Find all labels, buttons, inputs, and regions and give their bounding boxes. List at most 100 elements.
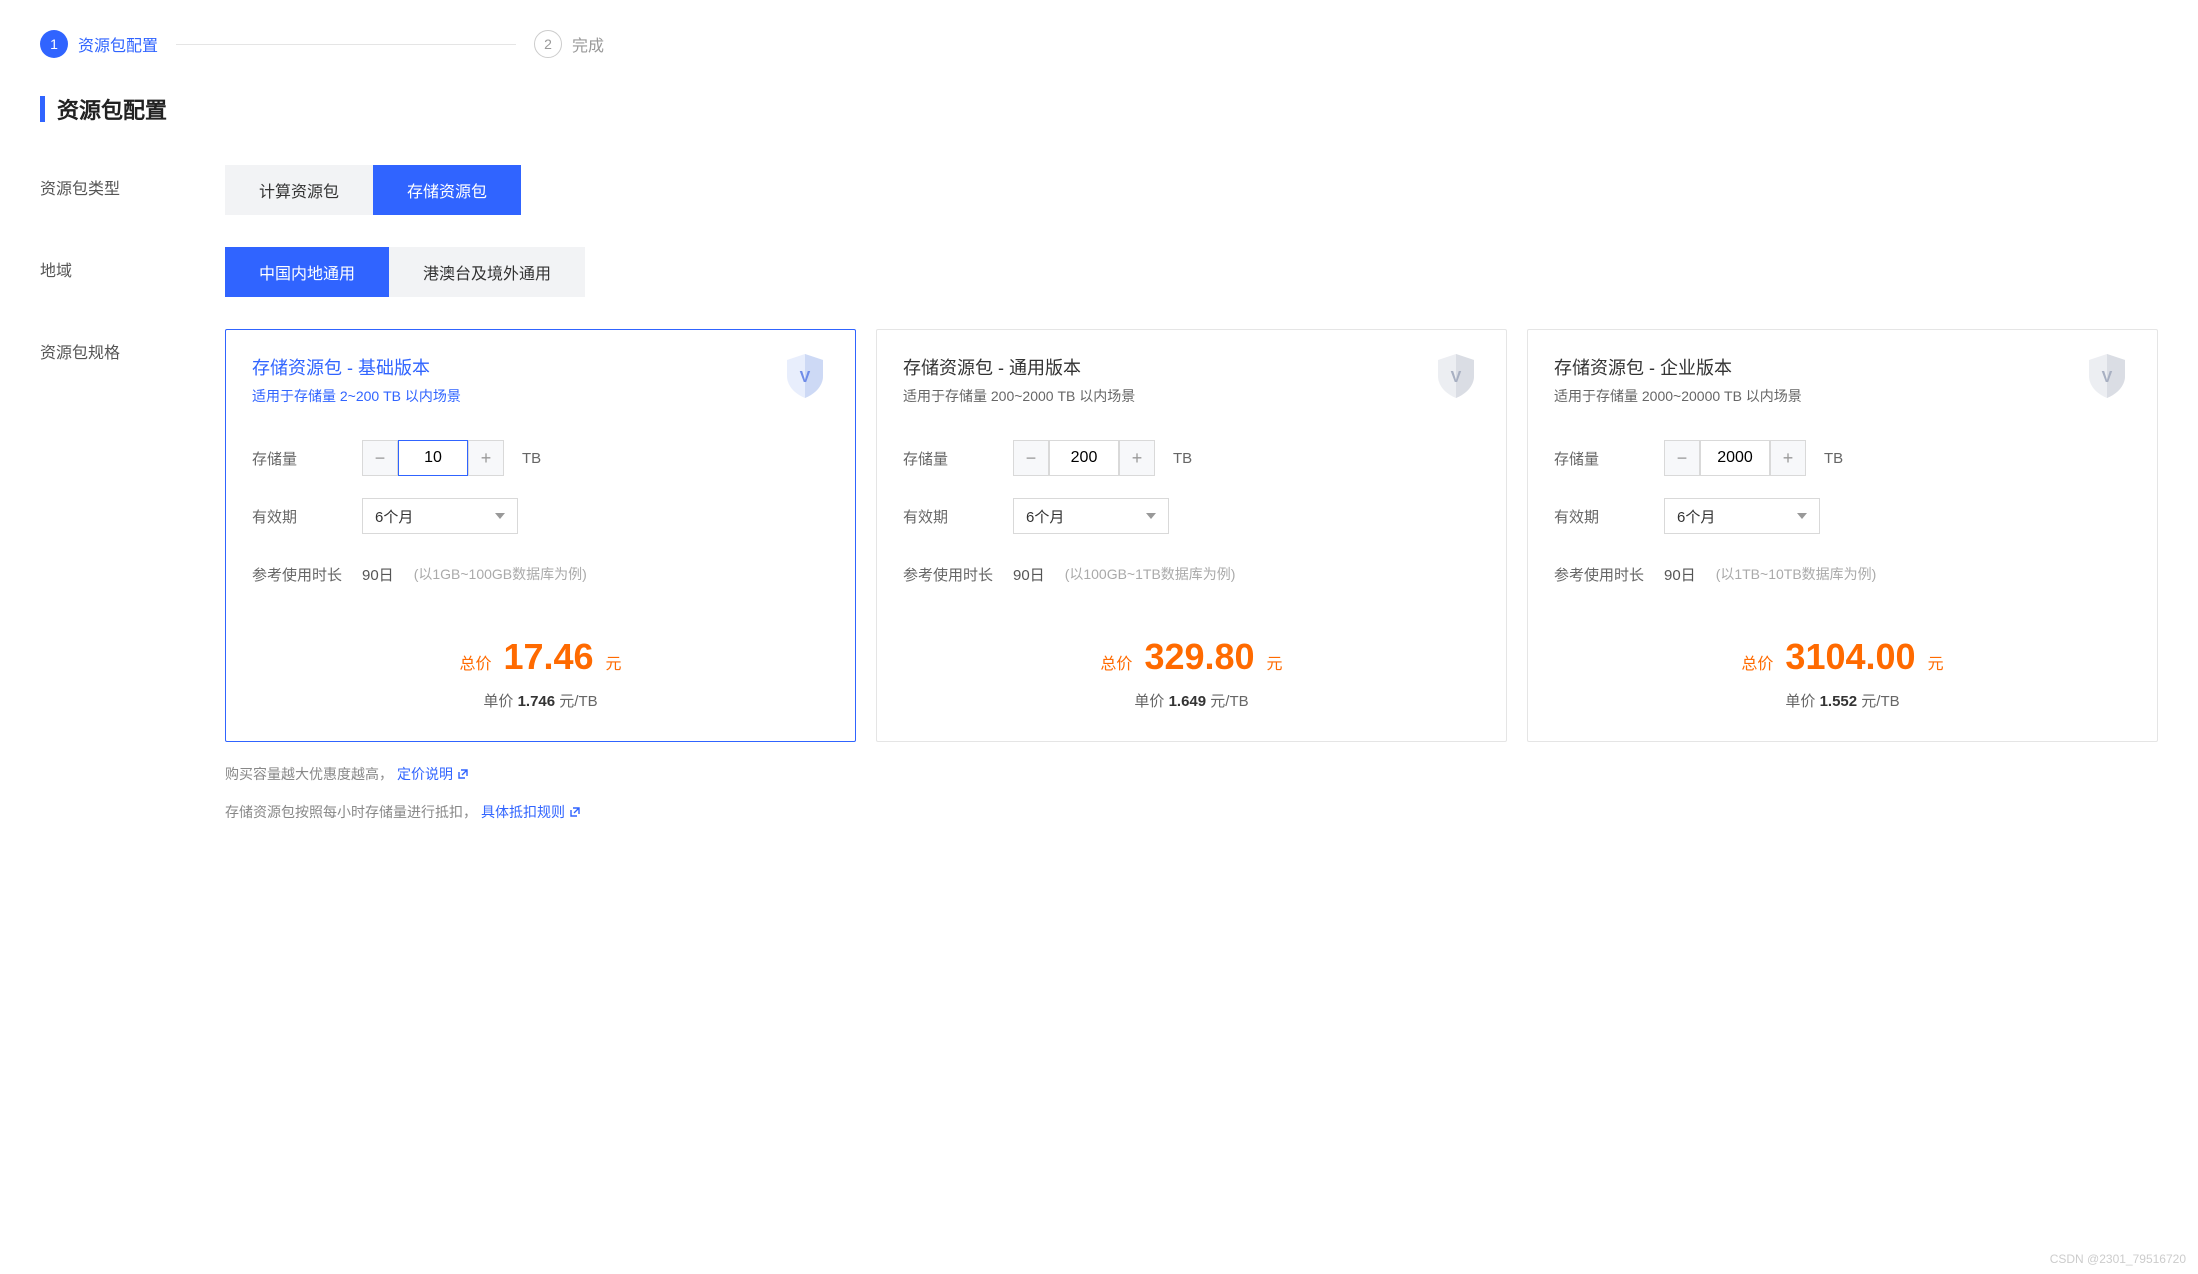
spec-desc: 适用于存储量 2000~20000 TB 以内场景 [1554,386,2131,406]
unit-price-label: 单价 [1134,693,1164,710]
plus-button[interactable]: + [1119,440,1155,476]
step-2: 2 完成 [534,30,604,58]
progress-stepper: 1 资源包配置 2 完成 [40,30,2158,58]
note-text: 存储资源包按照每小时存储量进行抵扣， [225,802,477,822]
spec-card-general[interactable]: 存储资源包 - 通用版本 适用于存储量 200~2000 TB 以内场景 V 存… [876,329,1507,742]
tab-storage-package[interactable]: 存储资源包 [373,165,521,215]
step-1-label: 资源包配置 [78,32,158,56]
watermark: CSDN @2301_79516720 [2050,1252,2186,1266]
validity-label: 有效期 [903,506,1013,527]
total-unit: 元 [1267,650,1283,674]
storage-stepper: − + [1664,440,1806,476]
unit-price-value: 1.649 [1169,693,1207,710]
unit-price-value: 1.552 [1820,693,1858,710]
spec-title: 存储资源包 - 基础版本 [252,354,829,380]
validity-label: 有效期 [252,506,362,527]
total-unit: 元 [606,650,622,674]
step-2-label: 完成 [572,32,604,56]
unit-price-label: 单价 [483,693,513,710]
ref-duration-label: 参考使用时长 [252,564,362,585]
validity-value: 6个月 [1026,506,1064,527]
unit-price-unit: 元/TB [1210,693,1248,710]
shield-badge-icon: V [777,350,833,400]
storage-input[interactable] [1700,440,1770,476]
storage-unit: TB [1824,450,1843,467]
deduction-link-text: 具体抵扣规则 [481,802,565,822]
spec-card-basic[interactable]: 存储资源包 - 基础版本 适用于存储量 2~200 TB 以内场景 V 存储量 … [225,329,856,742]
total-value: 17.46 [503,636,593,678]
unit-price-unit: 元/TB [559,693,597,710]
ref-days: 90日 [1664,564,1696,585]
resource-type-label: 资源包类型 [40,165,225,199]
spec-cards-container: 存储资源包 - 基础版本 适用于存储量 2~200 TB 以内场景 V 存储量 … [225,329,2158,742]
tab-region-mainland[interactable]: 中国内地通用 [225,247,389,297]
step-2-number: 2 [534,30,562,58]
resource-type-tabs: 计算资源包 存储资源包 [225,165,2158,215]
storage-input[interactable] [398,440,468,476]
row-resource-type: 资源包类型 计算资源包 存储资源包 [40,165,2158,215]
external-link-icon [569,806,581,818]
ref-days: 90日 [1013,564,1045,585]
note-deduction: 存储资源包按照每小时存储量进行抵扣， 具体抵扣规则 [225,802,2158,822]
ref-duration-label: 参考使用时长 [903,564,1013,585]
svg-text:V: V [2102,369,2113,386]
validity-select[interactable]: 6个月 [1013,498,1169,534]
section-title-text: 资源包配置 [57,93,167,125]
row-region: 地域 中国内地通用 港澳台及境外通用 [40,247,2158,297]
validity-select[interactable]: 6个月 [362,498,518,534]
step-1: 1 资源包配置 [40,30,158,58]
section-title: 资源包配置 [40,93,2158,125]
spec-card-enterprise[interactable]: 存储资源包 - 企业版本 适用于存储量 2000~20000 TB 以内场景 V… [1527,329,2158,742]
storage-stepper: − + [362,440,504,476]
region-label: 地域 [40,247,225,281]
pricing-link-text: 定价说明 [397,764,453,784]
storage-label: 存储量 [903,448,1013,469]
storage-label: 存储量 [252,448,362,469]
shield-badge-icon: V [1428,350,1484,400]
total-unit: 元 [1928,650,1944,674]
row-spec: 资源包规格 存储资源包 - 基础版本 适用于存储量 2~200 TB 以内场景 … [40,329,2158,840]
validity-label: 有效期 [1554,506,1664,527]
spec-desc: 适用于存储量 200~2000 TB 以内场景 [903,386,1480,406]
minus-button[interactable]: − [1013,440,1049,476]
validity-value: 6个月 [375,506,413,527]
ref-note: (以1TB~10TB数据库为例) [1716,564,1877,584]
minus-button[interactable]: − [362,440,398,476]
total-label: 总价 [1741,650,1773,674]
spec-title: 存储资源包 - 通用版本 [903,354,1480,380]
unit-price-label: 单价 [1785,693,1815,710]
tab-compute-package[interactable]: 计算资源包 [225,165,373,215]
storage-stepper: − + [1013,440,1155,476]
deduction-rules-link[interactable]: 具体抵扣规则 [481,802,581,822]
note-text: 购买容量越大优惠度越高， [225,764,393,784]
chevron-down-icon [1797,513,1807,519]
note-pricing: 购买容量越大优惠度越高， 定价说明 [225,764,2158,784]
plus-button[interactable]: + [468,440,504,476]
storage-label: 存储量 [1554,448,1664,469]
svg-text:V: V [1451,369,1462,386]
step-1-number: 1 [40,30,68,58]
total-value: 329.80 [1144,636,1254,678]
ref-note: (以100GB~1TB数据库为例) [1065,564,1236,584]
unit-price-unit: 元/TB [1861,693,1899,710]
storage-input[interactable] [1049,440,1119,476]
storage-unit: TB [1173,450,1192,467]
unit-price-value: 1.746 [518,693,556,710]
total-label: 总价 [459,650,491,674]
storage-unit: TB [522,450,541,467]
validity-value: 6个月 [1677,506,1715,527]
ref-duration-label: 参考使用时长 [1554,564,1664,585]
validity-select[interactable]: 6个月 [1664,498,1820,534]
external-link-icon [457,768,469,780]
pricing-link[interactable]: 定价说明 [397,764,469,784]
shield-badge-icon: V [2079,350,2135,400]
chevron-down-icon [1146,513,1156,519]
spec-label: 资源包规格 [40,329,225,363]
ref-days: 90日 [362,564,394,585]
plus-button[interactable]: + [1770,440,1806,476]
minus-button[interactable]: − [1664,440,1700,476]
tab-region-overseas[interactable]: 港澳台及境外通用 [389,247,585,297]
notes-section: 购买容量越大优惠度越高， 定价说明 存储资源包按照每小时存储量进行抵扣， 具体抵… [225,764,2158,822]
ref-note: (以1GB~100GB数据库为例) [414,564,587,584]
spec-title: 存储资源包 - 企业版本 [1554,354,2131,380]
